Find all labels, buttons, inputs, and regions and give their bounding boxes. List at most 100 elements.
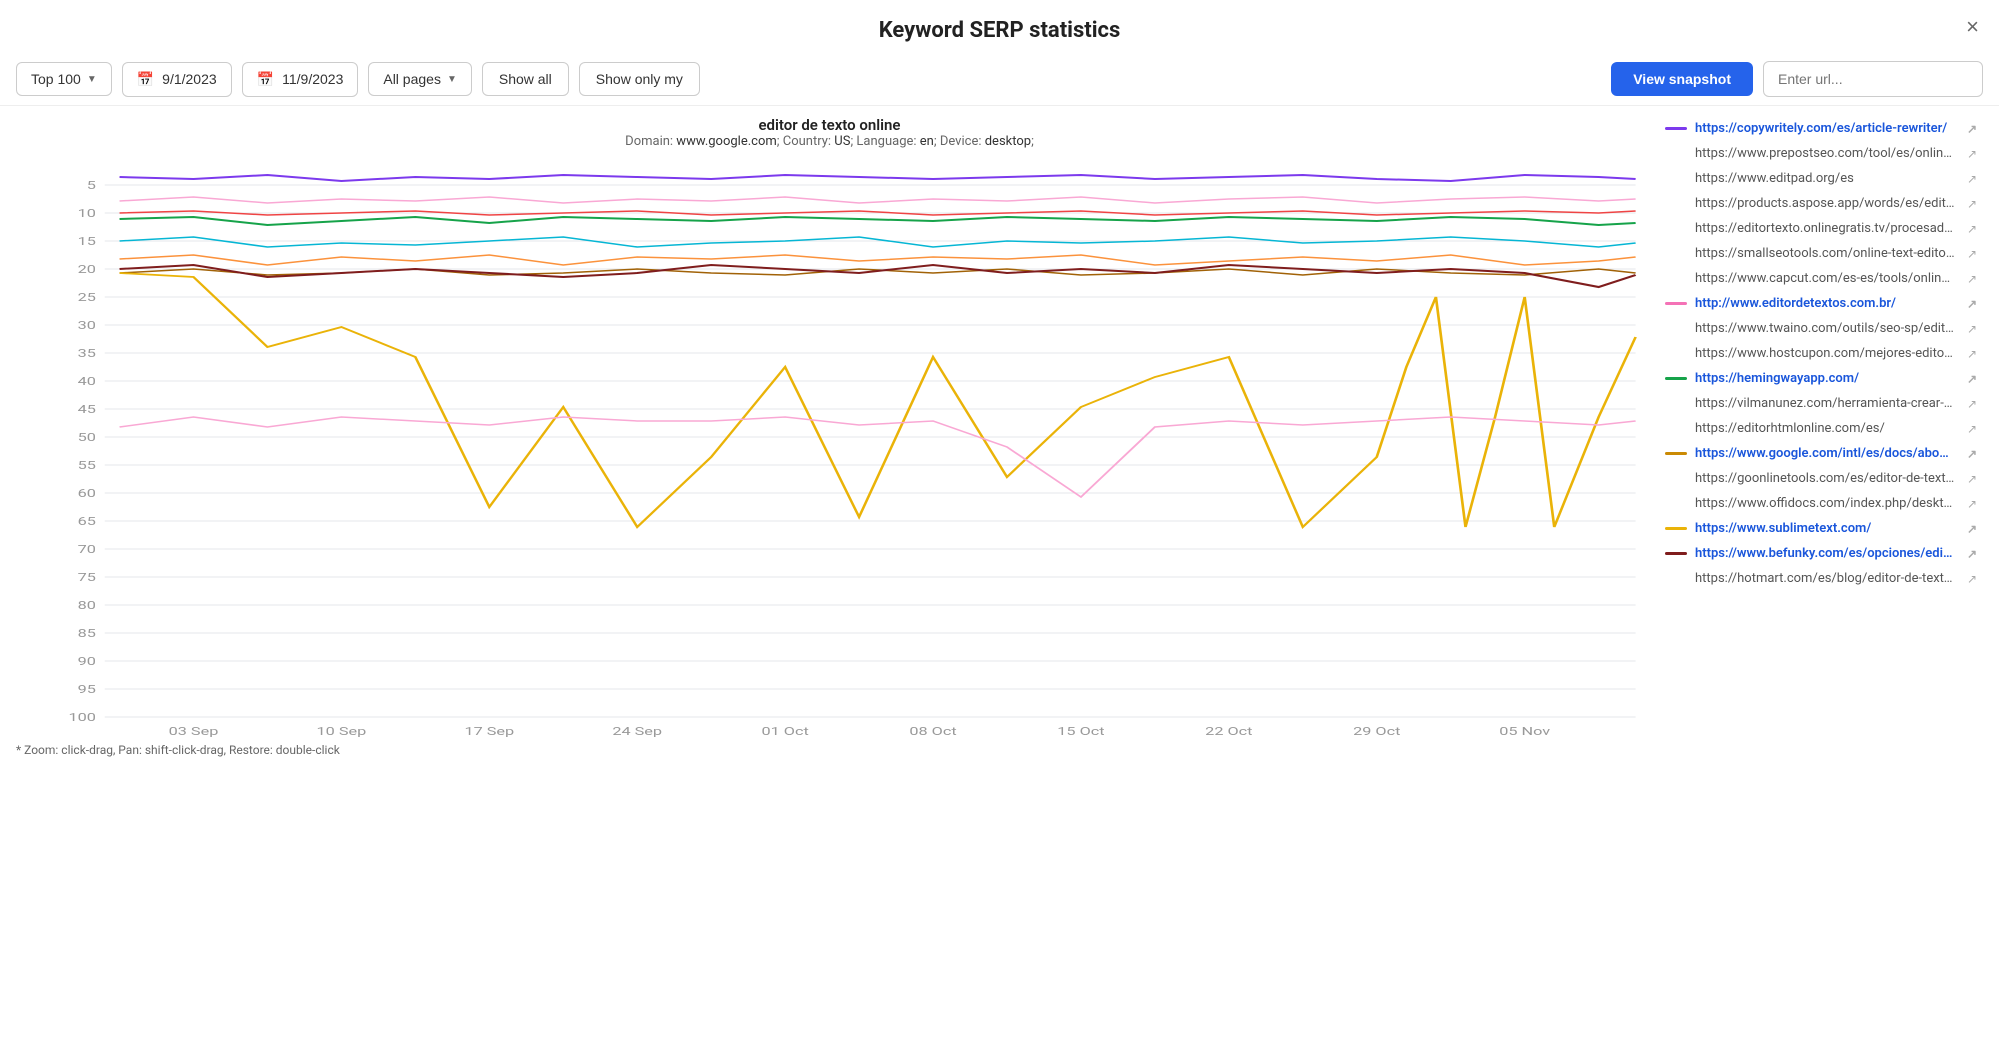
svg-text:75: 75 bbox=[78, 571, 97, 584]
svg-text:30: 30 bbox=[78, 319, 97, 332]
svg-text:5: 5 bbox=[87, 179, 96, 192]
external-link-icon[interactable]: ↗ bbox=[1967, 572, 1983, 586]
legend-item[interactable]: https://www.prepostseo.com/tool/es/onlin… bbox=[1659, 141, 1989, 166]
legend-item[interactable]: https://www.sublimetext.com/ ↗ bbox=[1659, 516, 1989, 541]
legend-item[interactable]: https://copywritely.com/es/article-rewri… bbox=[1659, 116, 1989, 141]
external-link-icon[interactable]: ↗ bbox=[1967, 422, 1983, 436]
external-link-icon[interactable]: ↗ bbox=[1967, 372, 1983, 386]
legend-url-text: https://www.sublimetext.com/ bbox=[1695, 521, 1871, 536]
language-value: en bbox=[920, 134, 934, 149]
external-link-icon[interactable]: ↗ bbox=[1967, 222, 1983, 236]
legend-url-text: https://products.aspose.app/words/es/edi… bbox=[1695, 196, 1955, 211]
legend-item[interactable]: https://hotmart.com/es/blog/editor-de-te… bbox=[1659, 566, 1989, 591]
legend-color-line bbox=[1665, 127, 1687, 130]
external-link-icon[interactable]: ↗ bbox=[1967, 447, 1983, 461]
legend-color-line bbox=[1665, 302, 1687, 305]
legend-url-text: https://smallseotools.com/online-text-ed… bbox=[1695, 246, 1955, 261]
legend-color-line bbox=[1665, 477, 1687, 480]
legend-color-line bbox=[1665, 552, 1687, 555]
svg-text:50: 50 bbox=[78, 431, 97, 444]
legend-item[interactable]: https://www.hostcupon.com/mejores-editor… bbox=[1659, 341, 1989, 366]
show-only-my-button[interactable]: Show only my bbox=[579, 62, 700, 96]
external-link-icon[interactable]: ↗ bbox=[1967, 397, 1983, 411]
legend-url-text: https://hotmart.com/es/blog/editor-de-te… bbox=[1695, 571, 1955, 586]
external-link-icon[interactable]: ↗ bbox=[1967, 497, 1983, 511]
pages-dropdown[interactable]: All pages ▼ bbox=[368, 62, 472, 96]
view-snapshot-button[interactable]: View snapshot bbox=[1611, 62, 1753, 96]
legend-url-text: https://www.hostcupon.com/mejores-editor… bbox=[1695, 346, 1955, 361]
external-link-icon[interactable]: ↗ bbox=[1967, 172, 1983, 186]
legend-item[interactable]: https://www.capcut.com/es-es/tools/onlin… bbox=[1659, 266, 1989, 291]
legend-color-line bbox=[1665, 577, 1687, 580]
range-chevron-icon: ▼ bbox=[87, 74, 97, 85]
country-value: US bbox=[834, 134, 850, 149]
legend-item[interactable]: https://www.google.com/intl/es/docs/abou… bbox=[1659, 441, 1989, 466]
serp-chart-svg: 5 10 15 20 25 30 35 40 45 50 55 60 65 70… bbox=[16, 157, 1643, 737]
external-link-icon[interactable]: ↗ bbox=[1967, 322, 1983, 336]
external-link-icon[interactable]: ↗ bbox=[1967, 122, 1983, 136]
show-all-button[interactable]: Show all bbox=[482, 62, 569, 96]
external-link-icon[interactable]: ↗ bbox=[1967, 147, 1983, 161]
legend-item[interactable]: https://vilmanunez.com/herramienta-crear… bbox=[1659, 391, 1989, 416]
external-link-icon[interactable]: ↗ bbox=[1967, 472, 1983, 486]
external-link-icon[interactable]: ↗ bbox=[1967, 272, 1983, 286]
chart-header: editor de texto online Domain: www.googl… bbox=[16, 116, 1643, 149]
legend-color-line bbox=[1665, 202, 1687, 205]
external-link-icon[interactable]: ↗ bbox=[1967, 547, 1983, 561]
legend-url-text: https://www.prepostseo.com/tool/es/onlin… bbox=[1695, 146, 1955, 161]
svg-text:24 Sep: 24 Sep bbox=[612, 725, 662, 737]
zoom-hint: * Zoom: click-drag, Pan: shift-click-dra… bbox=[16, 743, 1643, 757]
legend-item[interactable]: https://www.befunky.com/es/opciones/edit… bbox=[1659, 541, 1989, 566]
pages-label: All pages bbox=[383, 71, 441, 87]
svg-text:70: 70 bbox=[78, 543, 97, 556]
legend-item[interactable]: https://goonlinetools.com/es/editor-de-t… bbox=[1659, 466, 1989, 491]
start-date-picker[interactable]: 📅 9/1/2023 bbox=[122, 62, 232, 97]
pages-chevron-icon: ▼ bbox=[447, 74, 457, 85]
calendar-end-icon: 📅 bbox=[257, 71, 274, 88]
legend-item[interactable]: https://www.twaino.com/outils/seo-sp/edi… bbox=[1659, 316, 1989, 341]
legend-color-line bbox=[1665, 377, 1687, 380]
svg-text:60: 60 bbox=[78, 487, 97, 500]
svg-text:85: 85 bbox=[78, 627, 97, 640]
external-link-icon[interactable]: ↗ bbox=[1967, 197, 1983, 211]
legend-item[interactable]: https://www.editpad.org/es ↗ bbox=[1659, 166, 1989, 191]
legend-color-line bbox=[1665, 527, 1687, 530]
url-search-input[interactable] bbox=[1763, 61, 1983, 97]
legend-item[interactable]: https://products.aspose.app/words/es/edi… bbox=[1659, 191, 1989, 216]
svg-text:90: 90 bbox=[78, 655, 97, 668]
external-link-icon[interactable]: ↗ bbox=[1967, 522, 1983, 536]
legend-item[interactable]: https://editortexto.onlinegratis.tv/proc… bbox=[1659, 216, 1989, 241]
range-label: Top 100 bbox=[31, 71, 81, 87]
legend-item[interactable]: https://www.offidocs.com/index.php/deskt… bbox=[1659, 491, 1989, 516]
legend-item[interactable]: https://hemingwayapp.com/↗ bbox=[1659, 366, 1989, 391]
external-link-icon[interactable]: ↗ bbox=[1967, 247, 1983, 261]
end-date-label: 11/9/2023 bbox=[282, 71, 343, 87]
close-button[interactable]: × bbox=[1966, 14, 1979, 40]
legend-url-text: https://www.editpad.org/es bbox=[1695, 171, 1854, 186]
legend-url-text: https://www.offidocs.com/index.php/deskt… bbox=[1695, 496, 1955, 511]
legend-item[interactable]: https://editorhtmlonline.com/es/↗ bbox=[1659, 416, 1989, 441]
start-date-label: 9/1/2023 bbox=[162, 71, 217, 87]
svg-text:10 Sep: 10 Sep bbox=[317, 725, 367, 737]
calendar-start-icon: 📅 bbox=[137, 71, 154, 88]
range-dropdown[interactable]: Top 100 ▼ bbox=[16, 62, 112, 96]
chart-area: editor de texto online Domain: www.googl… bbox=[0, 116, 1659, 757]
legend-color-line bbox=[1665, 277, 1687, 280]
legend-color-line bbox=[1665, 177, 1687, 180]
external-link-icon[interactable]: ↗ bbox=[1967, 347, 1983, 361]
page-title: Keyword SERP statistics bbox=[0, 18, 1999, 43]
legend-item[interactable]: http://www.editordetextos.com.br/↗ bbox=[1659, 291, 1989, 316]
svg-text:05 Nov: 05 Nov bbox=[1499, 725, 1550, 737]
svg-text:15 Oct: 15 Oct bbox=[1057, 725, 1105, 737]
external-link-icon[interactable]: ↗ bbox=[1967, 297, 1983, 311]
svg-text:01 Oct: 01 Oct bbox=[761, 725, 809, 737]
legend-color-line bbox=[1665, 427, 1687, 430]
svg-text:10: 10 bbox=[78, 207, 97, 220]
chart-container[interactable]: 5 10 15 20 25 30 35 40 45 50 55 60 65 70… bbox=[16, 157, 1643, 737]
svg-text:95: 95 bbox=[78, 683, 97, 696]
legend-url-text: https://goonlinetools.com/es/editor-de-t… bbox=[1695, 471, 1955, 486]
main-content: editor de texto online Domain: www.googl… bbox=[0, 106, 1999, 767]
legend-item[interactable]: https://smallseotools.com/online-text-ed… bbox=[1659, 241, 1989, 266]
end-date-picker[interactable]: 📅 11/9/2023 bbox=[242, 62, 359, 97]
toolbar: Top 100 ▼ 📅 9/1/2023 📅 11/9/2023 All pag… bbox=[0, 53, 1999, 106]
